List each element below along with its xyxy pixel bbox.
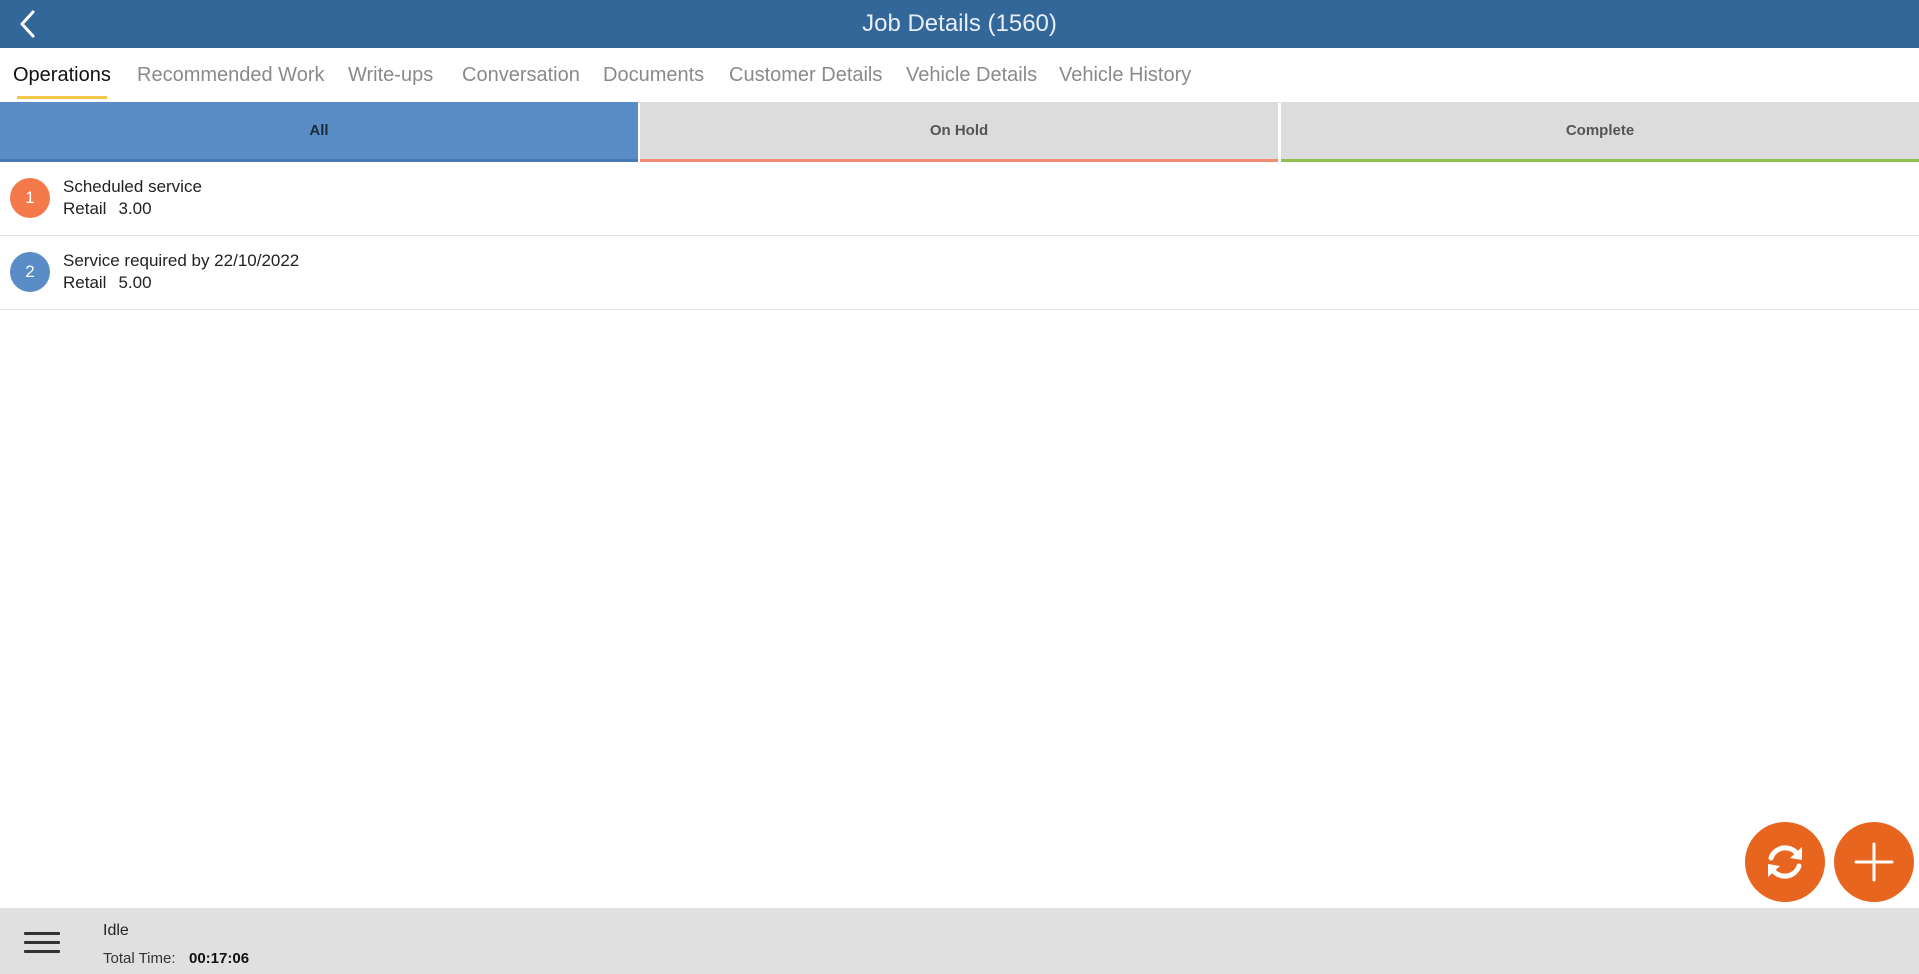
title-bar: Job Details (1560) — [0, 0, 1919, 48]
operation-type: Retail — [63, 199, 107, 218]
operation-type: Retail — [63, 273, 107, 292]
plus-icon — [1854, 842, 1894, 882]
tab-vehicle-details[interactable]: Vehicle Details — [906, 48, 1037, 102]
operation-number-badge: 1 — [10, 178, 50, 218]
tab-operations[interactable]: Operations — [13, 48, 111, 102]
operation-row[interactable]: 2 Service required by 22/10/2022 Retail 5… — [0, 236, 1919, 310]
active-tab-indicator — [17, 96, 107, 99]
operations-list: 1 Scheduled service Retail 3.00 2 Service… — [0, 162, 1919, 310]
hamburger-menu-icon[interactable] — [20, 926, 64, 962]
timer-status: Idle — [103, 922, 129, 939]
operation-details: Retail 3.00 — [63, 199, 152, 219]
operation-title: Service required by 22/10/2022 — [63, 251, 300, 270]
refresh-button[interactable] — [1745, 822, 1825, 902]
operation-amount: 5.00 — [118, 273, 152, 292]
add-operation-button[interactable] — [1834, 822, 1914, 902]
tab-vehicle-history[interactable]: Vehicle History — [1059, 48, 1191, 102]
operation-number-badge: 2 — [10, 252, 50, 292]
status-footer: Idle Total Time: 00:17:06 — [0, 908, 1919, 974]
tab-customer-details[interactable]: Customer Details — [729, 48, 882, 102]
tab-conversation[interactable]: Conversation — [462, 48, 580, 102]
refresh-icon — [1768, 845, 1802, 879]
filter-on-hold-button[interactable]: On Hold — [640, 102, 1278, 162]
filter-complete-button[interactable]: Complete — [1281, 102, 1919, 162]
total-time-label: Total Time: — [103, 950, 176, 967]
operation-amount: 3.00 — [118, 199, 152, 218]
status-filter-bar: All On Hold Complete — [0, 102, 1919, 162]
tab-bar: Operations Recommended Work Write-ups Co… — [0, 48, 1919, 103]
tab-documents[interactable]: Documents — [603, 48, 704, 102]
page-title: Job Details (1560) — [862, 10, 1057, 37]
filter-all-button[interactable]: All — [0, 102, 638, 162]
tab-recommended-work[interactable]: Recommended Work — [137, 48, 324, 102]
total-time-value: 00:17:06 — [189, 950, 250, 967]
operation-row[interactable]: 1 Scheduled service Retail 3.00 — [0, 162, 1919, 236]
operation-details: Retail 5.00 — [63, 273, 152, 293]
operation-title: Scheduled service — [63, 177, 202, 196]
tab-write-ups[interactable]: Write-ups — [348, 48, 433, 102]
